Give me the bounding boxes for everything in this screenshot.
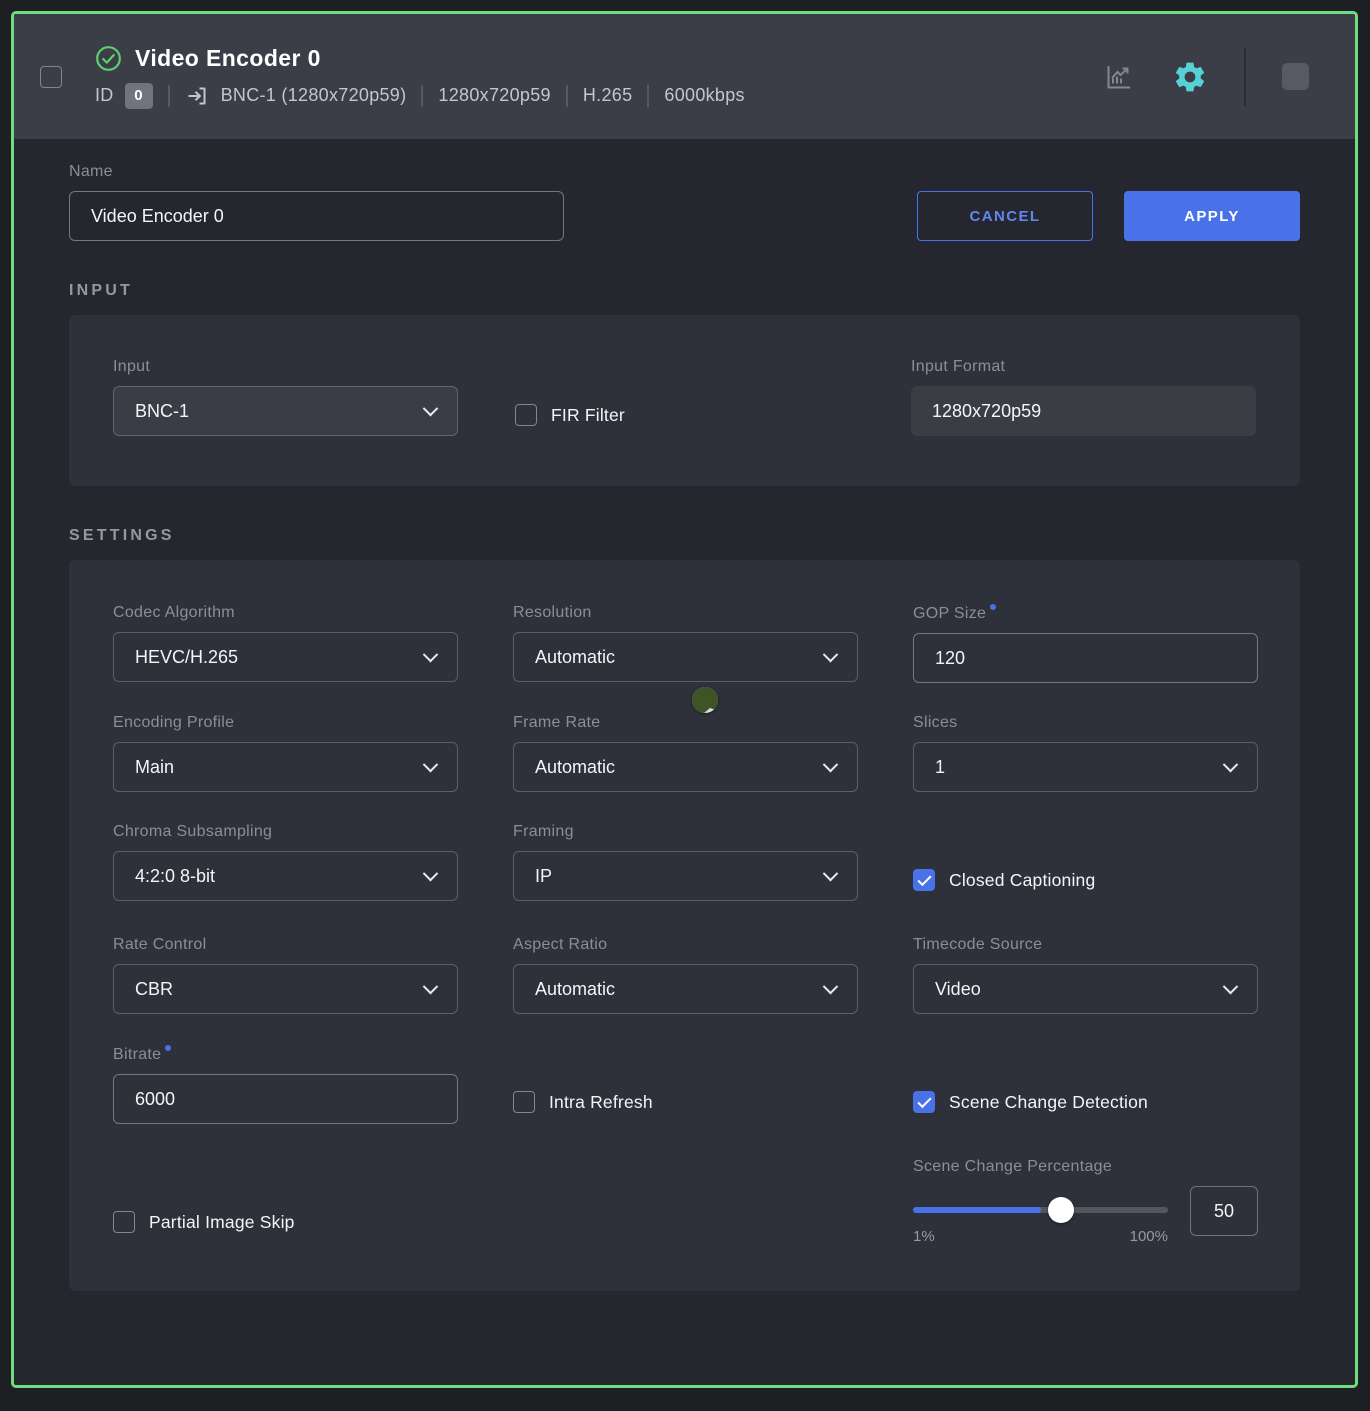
gop-size-label: GOP Size bbox=[913, 604, 1258, 623]
chart-icon bbox=[1102, 61, 1134, 93]
meta-codec: H.265 bbox=[583, 85, 633, 106]
apply-button[interactable]: APPLY bbox=[1124, 191, 1300, 241]
meta-resolution: 1280x720p59 bbox=[438, 85, 550, 106]
status-ok-icon bbox=[95, 45, 122, 72]
scene-change-percentage-label: Scene Change Percentage bbox=[913, 1158, 1258, 1176]
input-source-icon bbox=[185, 84, 209, 108]
gear-icon bbox=[1172, 59, 1208, 95]
chevron-down-icon bbox=[1223, 756, 1239, 772]
select-encoder-checkbox[interactable] bbox=[40, 66, 62, 88]
closed-captioning-checkbox[interactable]: Closed Captioning bbox=[913, 869, 1095, 891]
slider-max-label: 100% bbox=[1130, 1228, 1168, 1245]
checkbox-box[interactable] bbox=[913, 869, 935, 891]
header-divider bbox=[1244, 48, 1246, 106]
chevron-down-icon bbox=[823, 978, 839, 994]
scene-change-value-box[interactable]: 50 bbox=[1190, 1186, 1258, 1236]
id-label: ID bbox=[95, 85, 114, 106]
scene-change-detection-checkbox[interactable]: Scene Change Detection bbox=[913, 1091, 1148, 1113]
slider-min-label: 1% bbox=[913, 1228, 935, 1245]
gop-size-input[interactable] bbox=[913, 633, 1258, 683]
meta-divider bbox=[421, 85, 423, 107]
slices-select[interactable]: 1 bbox=[913, 742, 1258, 792]
rate-control-label: Rate Control bbox=[113, 936, 458, 954]
chevron-down-icon bbox=[823, 865, 839, 881]
intra-refresh-checkbox[interactable]: Intra Refresh bbox=[513, 1091, 653, 1113]
input-select[interactable]: BNC-1 bbox=[113, 386, 458, 436]
aspect-ratio-label: Aspect Ratio bbox=[513, 936, 858, 954]
codec-algorithm-label: Codec Algorithm bbox=[113, 604, 458, 622]
name-input[interactable] bbox=[69, 191, 564, 241]
chevron-down-icon bbox=[823, 756, 839, 772]
encoding-profile-select[interactable]: Main bbox=[113, 742, 458, 792]
settings-section-title: SETTINGS bbox=[69, 527, 1300, 545]
bitrate-label: Bitrate bbox=[113, 1045, 458, 1064]
timecode-source-label: Timecode Source bbox=[913, 936, 1258, 954]
input-format-label: Input Format bbox=[911, 358, 1256, 376]
cancel-button[interactable]: CANCEL bbox=[917, 191, 1093, 241]
chevron-down-icon bbox=[423, 978, 439, 994]
bitrate-input[interactable] bbox=[113, 1074, 458, 1124]
timecode-source-select[interactable]: Video bbox=[913, 964, 1258, 1014]
chevron-down-icon bbox=[823, 646, 839, 662]
statistics-button[interactable] bbox=[1102, 61, 1134, 93]
checkbox-box[interactable] bbox=[113, 1211, 135, 1233]
thumbnail-preview-image: 20:37:23.26.1 HAIVISION Makito X1 bbox=[692, 687, 718, 713]
name-label: Name bbox=[69, 163, 564, 181]
settings-button[interactable] bbox=[1172, 59, 1208, 95]
meta-divider bbox=[168, 85, 170, 107]
chevron-down-icon bbox=[423, 646, 439, 662]
modified-indicator-dot bbox=[990, 604, 996, 610]
scene-change-slider-thumb[interactable] bbox=[1048, 1197, 1074, 1223]
id-badge: 0 bbox=[125, 83, 153, 109]
encoder-card: 20:37:23.26.1 HAIVISION Makito X1 Video … bbox=[11, 11, 1358, 1388]
input-label: Input bbox=[113, 358, 458, 376]
meta-bitrate: 6000kbps bbox=[664, 85, 744, 106]
checkbox-box[interactable] bbox=[513, 1091, 535, 1113]
slices-label: Slices bbox=[913, 714, 1258, 732]
stop-button[interactable] bbox=[1282, 63, 1309, 90]
encoder-meta: ID 0 BNC-1 (1280x720p59) 1280x720p59 H.2… bbox=[95, 83, 745, 109]
frame-rate-label: Frame Rate bbox=[513, 714, 858, 732]
meta-divider bbox=[566, 85, 568, 107]
aspect-ratio-select[interactable]: Automatic bbox=[513, 964, 858, 1014]
scene-change-slider-fill bbox=[913, 1207, 1041, 1213]
input-section-title: INPUT bbox=[69, 282, 1300, 300]
encoder-header: 20:37:23.26.1 HAIVISION Makito X1 Video … bbox=[14, 14, 1355, 139]
meta-divider bbox=[647, 85, 649, 107]
input-panel: Input BNC-1 FIR Filter Input Format 12 bbox=[69, 315, 1300, 486]
resolution-select[interactable]: Automatic bbox=[513, 632, 858, 682]
checkbox-box[interactable] bbox=[515, 404, 537, 426]
scene-change-slider[interactable] bbox=[913, 1207, 1168, 1213]
checkbox-box[interactable] bbox=[913, 1091, 935, 1113]
partial-image-skip-checkbox[interactable]: Partial Image Skip bbox=[113, 1211, 295, 1233]
encoder-thumbnail[interactable]: 20:37:23.26.1 HAIVISION Makito X1 bbox=[692, 687, 718, 713]
chroma-subsampling-label: Chroma Subsampling bbox=[113, 823, 458, 841]
meta-input-summary: BNC-1 (1280x720p59) bbox=[221, 85, 407, 106]
resolution-label: Resolution bbox=[513, 604, 858, 622]
rate-control-select[interactable]: CBR bbox=[113, 964, 458, 1014]
framing-label: Framing bbox=[513, 823, 858, 841]
modified-indicator-dot bbox=[165, 1045, 171, 1051]
chevron-down-icon bbox=[423, 400, 439, 416]
codec-algorithm-select[interactable]: HEVC/H.265 bbox=[113, 632, 458, 682]
input-format-value: 1280x720p59 bbox=[911, 386, 1256, 436]
settings-panel: Codec Algorithm HEVC/H.265 Resolution Au… bbox=[69, 560, 1300, 1291]
fir-filter-checkbox[interactable]: FIR Filter bbox=[515, 404, 625, 426]
encoding-profile-label: Encoding Profile bbox=[113, 714, 458, 732]
spacer-cell bbox=[513, 1158, 858, 1245]
chroma-subsampling-select[interactable]: 4:2:0 8-bit bbox=[113, 851, 458, 901]
frame-rate-select[interactable]: Automatic bbox=[513, 742, 858, 792]
chevron-down-icon bbox=[1223, 978, 1239, 994]
chevron-down-icon bbox=[423, 865, 439, 881]
encoder-title: Video Encoder 0 bbox=[135, 45, 321, 72]
encoder-title-block: Video Encoder 0 ID 0 BNC-1 (1280x720p59)… bbox=[95, 45, 745, 109]
framing-select[interactable]: IP bbox=[513, 851, 858, 901]
chevron-down-icon bbox=[423, 756, 439, 772]
